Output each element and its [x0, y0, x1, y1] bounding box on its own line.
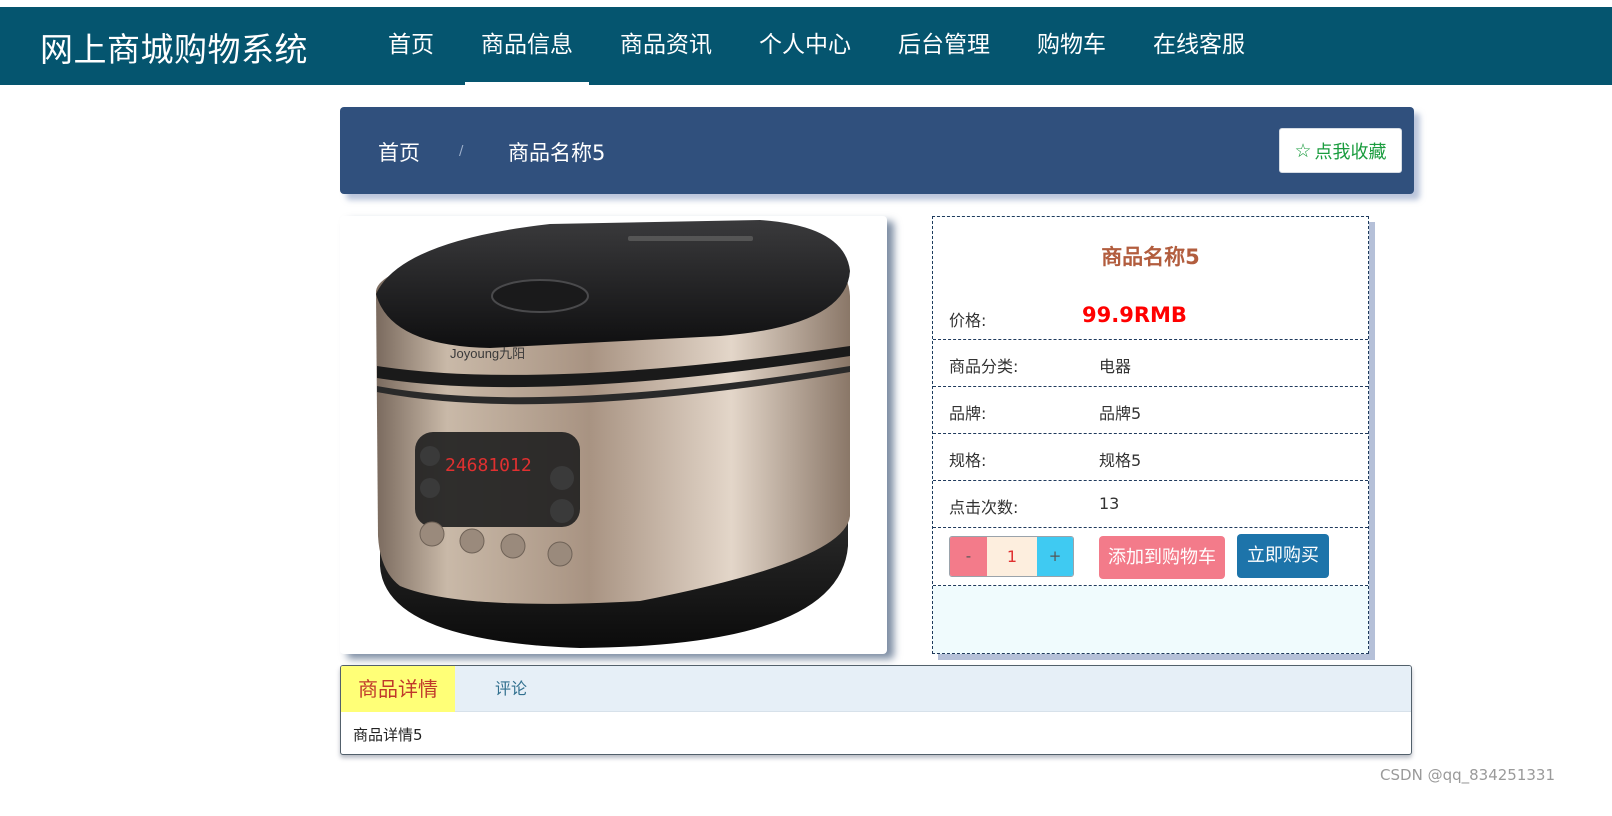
- nav-item-products[interactable]: 商品信息: [465, 7, 589, 85]
- purchase-row: - 1 + 添加到购物车 立即购买: [933, 528, 1368, 586]
- tab-comments[interactable]: 评论: [471, 666, 551, 712]
- image-display-digits: 24681012: [445, 455, 532, 476]
- spec-value: 规格5: [1099, 451, 1142, 470]
- category-label: 商品分类:: [949, 357, 1019, 376]
- breadcrumb-current: 商品名称5: [508, 141, 606, 165]
- product-image-card: Joyoung九阳 24681012: [340, 216, 887, 654]
- product-title: 商品名称5: [1101, 245, 1200, 269]
- buy-now-button[interactable]: 立即购买: [1237, 534, 1329, 578]
- nav-item-cart[interactable]: 购物车: [1021, 7, 1122, 85]
- quantity-decrement-button[interactable]: -: [950, 537, 987, 576]
- clicks-label: 点击次数:: [949, 498, 1019, 517]
- image-brand-text: Joyoung九阳: [450, 346, 525, 361]
- top-navbar: 网上商城购物系统 首页 商品信息 商品资讯 个人中心 后台管理 购物车 在线客服: [0, 7, 1612, 85]
- nav-item-profile[interactable]: 个人中心: [743, 7, 867, 85]
- spec-row: 规格: 规格5: [933, 434, 1368, 481]
- breadcrumb: 首页 / 商品名称5 ☆ 点我收藏: [340, 107, 1414, 194]
- price-label: 价格:: [949, 311, 987, 330]
- quantity-stepper: - 1 +: [949, 536, 1074, 577]
- nav-item-admin[interactable]: 后台管理: [882, 7, 1006, 85]
- product-image: Joyoung九阳 24681012: [376, 220, 850, 648]
- main-nav: 首页 商品信息 商品资讯 个人中心 后台管理 购物车 在线客服: [372, 7, 1276, 85]
- favorite-button[interactable]: ☆ 点我收藏: [1279, 128, 1402, 173]
- watermark: CSDN @qq_834251331: [1380, 766, 1555, 784]
- brand-row: 品牌: 品牌5: [933, 387, 1368, 434]
- product-info-panel: 商品名称5 价格: 99.9RMB 商品分类: 电器 品牌: 品牌5 规格: 规…: [932, 216, 1369, 654]
- price-row: 价格: 99.9RMB: [933, 294, 1368, 340]
- product-title-row: 商品名称5: [933, 217, 1368, 294]
- tab-header: 商品详情 评论: [341, 666, 1411, 712]
- breadcrumb-home-link[interactable]: 首页: [378, 137, 420, 167]
- category-value: 电器: [1099, 357, 1132, 376]
- add-to-cart-button[interactable]: 添加到购物车: [1099, 536, 1225, 579]
- nav-item-support[interactable]: 在线客服: [1137, 7, 1261, 85]
- nav-item-news[interactable]: 商品资讯: [604, 7, 728, 85]
- category-row: 商品分类: 电器: [933, 340, 1368, 387]
- price-value: 99.9RMB: [1082, 303, 1187, 327]
- star-outline-icon: ☆: [1294, 139, 1312, 162]
- nav-item-home[interactable]: 首页: [372, 7, 450, 85]
- tab-content: 商品详情5: [353, 726, 423, 744]
- tab-product-detail[interactable]: 商品详情: [341, 666, 455, 712]
- favorite-button-label: 点我收藏: [1314, 141, 1387, 163]
- quantity-increment-button[interactable]: +: [1037, 537, 1073, 576]
- brand-label: 品牌:: [949, 404, 987, 423]
- clicks-row: 点击次数: 13: [933, 481, 1368, 528]
- spec-label: 规格:: [949, 451, 987, 470]
- site-brand[interactable]: 网上商城购物系统: [40, 23, 308, 71]
- quantity-input[interactable]: 1: [987, 537, 1037, 576]
- clicks-value: 13: [1099, 494, 1120, 513]
- breadcrumb-separator: /: [459, 144, 464, 159]
- product-tabs: 商品详情 评论 商品详情5: [340, 665, 1412, 755]
- brand-value: 品牌5: [1099, 404, 1142, 423]
